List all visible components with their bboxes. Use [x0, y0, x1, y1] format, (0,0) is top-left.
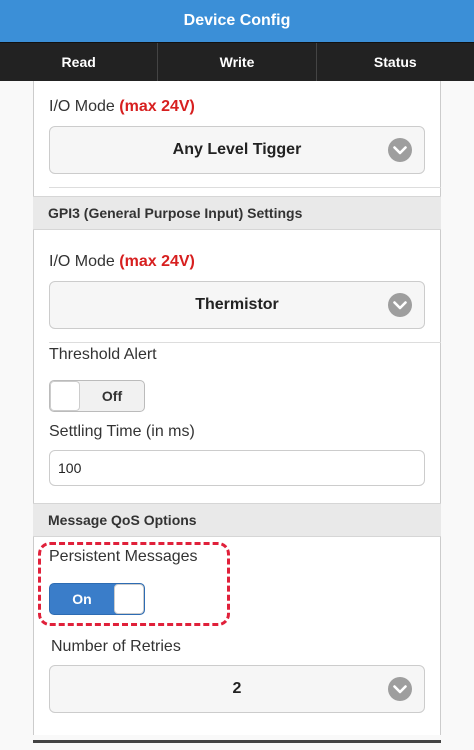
- threshold-alert-state: Off: [101, 388, 123, 404]
- tab-write[interactable]: Write: [158, 43, 317, 81]
- gpi2-io-mode-note: (max 24V): [119, 98, 195, 115]
- toggle-knob: [50, 381, 80, 411]
- persistent-messages-state: On: [72, 591, 92, 607]
- page-title: Device Config: [183, 12, 291, 29]
- tab-bar: Read Write Status: [0, 42, 474, 81]
- persistent-messages-label: Persistent Messages: [49, 548, 198, 565]
- qos-section-header: Message QoS Options: [33, 503, 441, 537]
- bottom-divider: [33, 740, 441, 743]
- divider: [49, 187, 441, 188]
- gpi2-io-mode-select[interactable]: Any Level Tigger: [49, 126, 425, 174]
- gpi2-io-mode-label: I/O Mode (max 24V): [49, 98, 195, 116]
- tab-status[interactable]: Status: [317, 43, 474, 81]
- settling-time-input[interactable]: 100: [49, 450, 425, 486]
- gpi2-io-mode-label-text: I/O Mode: [49, 98, 115, 115]
- chevron-down-icon: [388, 677, 412, 701]
- divider: [49, 342, 441, 343]
- number-of-retries-label: Number of Retries: [51, 638, 181, 655]
- gpi3-io-mode-label-text: I/O Mode: [49, 253, 115, 270]
- tab-read[interactable]: Read: [0, 43, 159, 81]
- gpi3-io-mode-value: Thermistor: [195, 296, 279, 313]
- settling-time-value: 100: [58, 460, 82, 476]
- chevron-down-icon: [388, 138, 412, 162]
- settling-time-label: Settling Time (in ms): [49, 423, 195, 440]
- toggle-knob: [114, 584, 144, 614]
- gpi2-io-mode-value: Any Level Tigger: [172, 141, 302, 158]
- chevron-down-icon: [388, 293, 412, 317]
- threshold-alert-label: Threshold Alert: [49, 346, 157, 363]
- gpi3-section-header: GPI3 (General Purpose Input) Settings: [33, 196, 441, 230]
- threshold-alert-toggle[interactable]: Off: [49, 380, 145, 412]
- app-header: Device Config: [0, 0, 474, 42]
- number-of-retries-select[interactable]: 2: [49, 665, 425, 713]
- persistent-messages-toggle[interactable]: On: [49, 583, 145, 615]
- gpi3-section-title: GPI3 (General Purpose Input) Settings: [48, 205, 303, 221]
- qos-section-title: Message QoS Options: [48, 512, 197, 528]
- gpi3-io-mode-note: (max 24V): [119, 253, 195, 270]
- gpi3-io-mode-select[interactable]: Thermistor: [49, 281, 425, 329]
- number-of-retries-value: 2: [232, 680, 242, 697]
- gpi3-io-mode-label: I/O Mode (max 24V): [49, 253, 195, 271]
